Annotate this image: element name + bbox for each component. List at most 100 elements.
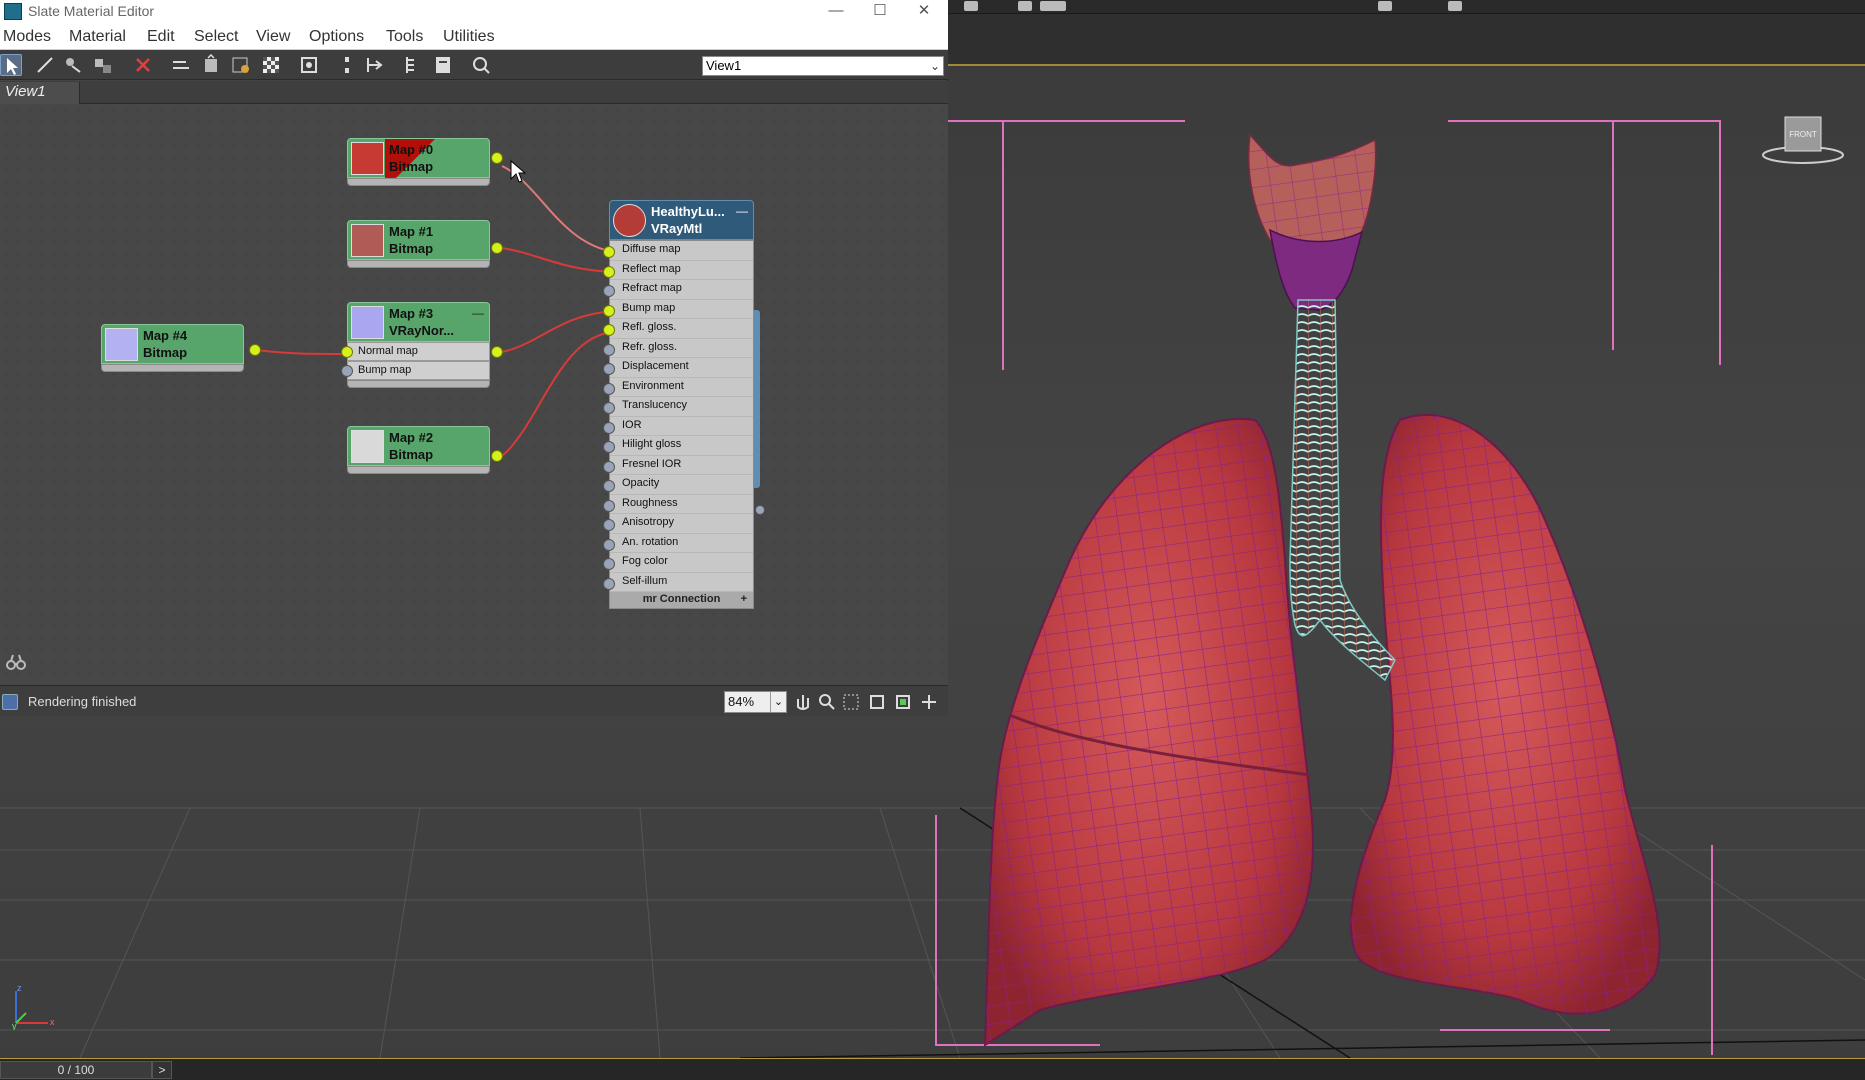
trachea	[1289, 299, 1396, 682]
input-socket[interactable]	[603, 578, 615, 590]
slot-bump-map[interactable]: Bump map	[347, 361, 490, 380]
slot-opacity[interactable]: Opacity	[610, 475, 753, 495]
output-socket[interactable]	[491, 450, 503, 462]
menu-view[interactable]: View	[256, 28, 290, 46]
input-socket[interactable]	[341, 365, 353, 377]
layout-children-icon[interactable]	[364, 54, 386, 76]
input-socket[interactable]	[603, 363, 615, 375]
menu-tools[interactable]: Tools	[386, 28, 423, 46]
slot-ior[interactable]: IOR	[610, 417, 753, 436]
pan-icon[interactable]	[794, 693, 812, 711]
input-socket[interactable]	[603, 539, 615, 551]
input-socket[interactable]	[603, 383, 615, 395]
assign-to-selection-icon[interactable]	[92, 54, 114, 76]
node-header[interactable]: Map #1 Bitmap	[347, 220, 490, 260]
menu-modes[interactable]: Modes	[3, 28, 51, 46]
binoculars-icon[interactable]	[6, 652, 26, 672]
title-bar[interactable]: Slate Material Editor — ☐ ✕	[0, 0, 948, 24]
slot-an-rotation[interactable]: An. rotation	[610, 534, 753, 553]
input-socket[interactable]	[603, 402, 615, 414]
node-header[interactable]: Map #3 VRayNor... —	[347, 302, 490, 342]
put-to-scene-icon[interactable]	[62, 54, 84, 76]
zoom-extents-icon[interactable]	[868, 693, 886, 711]
zoom-extents-selected-icon[interactable]	[894, 693, 912, 711]
input-socket[interactable]	[603, 500, 615, 512]
maximize-button[interactable]: ☐	[858, 0, 902, 24]
node-graph-canvas[interactable]: Map #0 Bitmap Map #1 Bitmap Map #3 VRayN…	[0, 104, 948, 685]
zoom-icon[interactable]	[818, 693, 836, 711]
input-socket[interactable]	[603, 441, 615, 453]
input-socket-reflect[interactable]	[603, 266, 615, 278]
slot-anisotropy[interactable]: Anisotropy	[610, 514, 753, 534]
menu-utilities[interactable]: Utilities	[443, 28, 495, 46]
input-socket[interactable]	[603, 344, 615, 356]
next-frame-button[interactable]: >	[152, 1061, 172, 1079]
slot-translucency[interactable]: Translucency	[610, 397, 753, 417]
menu-options[interactable]: Options	[309, 28, 364, 46]
output-socket[interactable]	[755, 505, 765, 515]
input-socket-refract[interactable]	[603, 285, 615, 297]
node-header[interactable]: Map #4 Bitmap	[101, 324, 244, 364]
close-button[interactable]: ✕	[902, 0, 946, 24]
delete-icon[interactable]	[132, 54, 154, 76]
menu-material[interactable]: Material	[69, 28, 126, 46]
mr-connection-rollout[interactable]: mr Connection +	[610, 592, 753, 608]
select-arrow-icon[interactable]	[0, 54, 22, 76]
checker-background-icon[interactable]	[260, 54, 282, 76]
slot-reflect-map[interactable]: Reflect map	[610, 261, 753, 280]
input-socket-diffuse[interactable]	[603, 246, 615, 258]
output-socket[interactable]	[491, 346, 503, 358]
input-socket[interactable]	[603, 519, 615, 531]
minimize-node-button[interactable]: —	[472, 306, 484, 320]
slot-normal-map[interactable]: Normal map	[347, 342, 490, 361]
slot-refr-gloss[interactable]: Refr. gloss.	[610, 339, 753, 358]
input-socket[interactable]	[341, 346, 353, 358]
zoom-level-select[interactable]: 84% ⌄	[724, 691, 787, 713]
input-socket[interactable]	[603, 480, 615, 492]
expand-plus-icon: +	[740, 593, 747, 605]
slot-roughness[interactable]: Roughness	[610, 495, 753, 514]
parameter-editor-icon[interactable]	[432, 54, 454, 76]
show-background-icon[interactable]	[230, 54, 252, 76]
preview-icon[interactable]	[298, 54, 320, 76]
slot-fog-color[interactable]: Fog color	[610, 553, 753, 573]
slot-refl-gloss[interactable]: Refl. gloss.	[610, 319, 753, 339]
input-socket[interactable]	[603, 558, 615, 570]
node-header[interactable]: Map #0 Bitmap	[347, 138, 490, 179]
slot-fresnel-ior[interactable]: Fresnel IOR	[610, 456, 753, 475]
material-map-navigator-icon[interactable]	[402, 54, 424, 76]
output-socket[interactable]	[249, 344, 261, 356]
slot-diffuse-map[interactable]: Diffuse map	[610, 241, 753, 261]
minimize-button[interactable]: —	[814, 0, 858, 24]
input-socket[interactable]	[603, 422, 615, 434]
time-slider[interactable]: 0 / 100	[0, 1061, 152, 1079]
pick-material-icon[interactable]	[34, 54, 56, 76]
slot-environment[interactable]: Environment	[610, 378, 753, 397]
pan-to-selected-icon[interactable]	[920, 693, 938, 711]
output-socket[interactable]	[491, 242, 503, 254]
input-socket[interactable]	[603, 461, 615, 473]
slot-hilight-gloss[interactable]: Hilight gloss	[610, 436, 753, 456]
input-socket-bump[interactable]	[603, 305, 615, 317]
menu-select[interactable]: Select	[194, 28, 238, 46]
minimize-node-button[interactable]: —	[736, 204, 748, 218]
render-icon[interactable]	[470, 54, 492, 76]
move-children-icon[interactable]	[170, 54, 192, 76]
slot-refract-map[interactable]: Refract map	[610, 280, 753, 300]
slot-label: Normal map	[358, 345, 418, 357]
hide-unused-slots-icon[interactable]	[200, 53, 222, 76]
layout-all-icon[interactable]	[336, 54, 358, 76]
node-header[interactable]: HealthyLu... VRayMtl —	[609, 200, 754, 240]
node-title: Map #0	[389, 142, 434, 157]
tab-view1[interactable]: View1	[0, 82, 80, 104]
menu-edit[interactable]: Edit	[147, 28, 175, 46]
node-header[interactable]: Map #2 Bitmap	[347, 426, 490, 466]
slot-bump-map[interactable]: Bump map	[610, 300, 753, 319]
slot-displacement[interactable]: Displacement	[610, 358, 753, 378]
input-socket-refl-gloss[interactable]	[603, 324, 615, 336]
viewcube[interactable]: FRONT	[1755, 115, 1845, 175]
output-socket[interactable]	[491, 152, 503, 164]
zoom-region-icon[interactable]	[842, 693, 860, 711]
view-select[interactable]: View1 ⌄	[702, 56, 944, 76]
slot-self-illum[interactable]: Self-illum	[610, 573, 753, 592]
